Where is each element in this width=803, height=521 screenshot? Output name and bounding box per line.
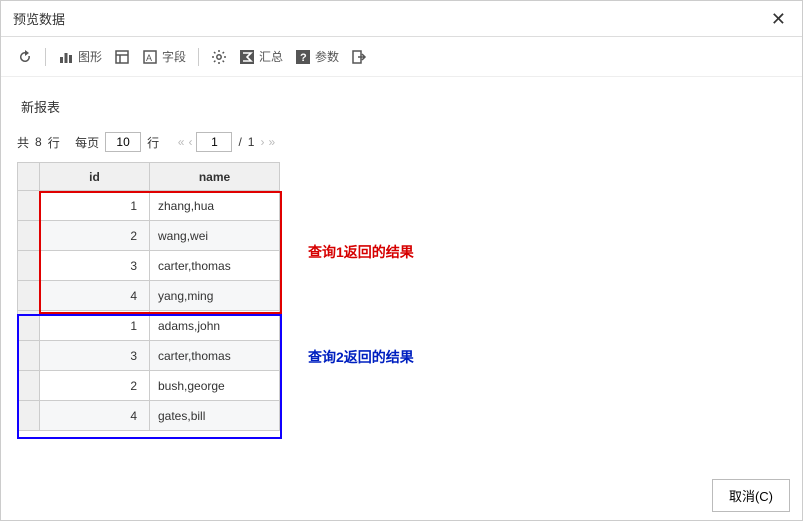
table-row[interactable]: 3carter,thomas [18, 341, 280, 371]
data-table: id name 1zhang,hua 2wang,wei 3carter,tho… [17, 162, 280, 431]
field-button[interactable]: A 字段 [138, 44, 190, 69]
refresh-icon [17, 49, 33, 65]
first-page-icon[interactable]: « [178, 135, 183, 149]
annotation-query2: 查询2返回的结果 [308, 347, 414, 367]
close-icon[interactable]: ✕ [767, 6, 790, 32]
annotation-query1: 查询1返回的结果 [308, 242, 414, 262]
layout-icon [114, 49, 130, 65]
total-prefix: 共 [17, 134, 29, 151]
current-page-input[interactable] [196, 132, 232, 152]
column-header-id[interactable]: id [40, 163, 150, 191]
layout-button[interactable] [110, 45, 134, 69]
export-button[interactable] [347, 45, 371, 69]
table-row[interactable]: 4yang,ming [18, 281, 280, 311]
per-page-input[interactable] [105, 132, 141, 152]
separator [45, 48, 46, 66]
last-page-icon[interactable]: » [268, 135, 273, 149]
column-header-name[interactable]: name [150, 163, 280, 191]
export-icon [351, 49, 367, 65]
param-button[interactable]: ? 参数 [291, 44, 343, 69]
table-row[interactable]: 2bush,george [18, 371, 280, 401]
field-label: 字段 [162, 48, 186, 65]
window-title: 预览数据 [13, 9, 65, 28]
separator [198, 48, 199, 66]
settings-button[interactable] [207, 45, 231, 69]
table-row[interactable]: 2wang,wei [18, 221, 280, 251]
per-page-label: 每页 [75, 134, 99, 151]
chart-button[interactable]: 图形 [54, 44, 106, 69]
total-rows: 8 [35, 135, 42, 149]
cancel-button[interactable]: 取消(C) [712, 479, 790, 512]
table-row[interactable]: 1zhang,hua [18, 191, 280, 221]
pager: 共 8 行 每页 行 « ‹ / 1 › » [17, 132, 786, 152]
svg-text:?: ? [300, 52, 307, 64]
sigma-icon [239, 49, 255, 65]
refresh-button[interactable] [13, 45, 37, 69]
page-unit: 行 [147, 134, 159, 151]
summary-label: 汇总 [259, 48, 283, 65]
chart-label: 图形 [78, 48, 102, 65]
rows-unit: 行 [48, 134, 60, 151]
field-icon: A [142, 49, 158, 65]
chart-icon [58, 49, 74, 65]
next-page-icon[interactable]: › [260, 135, 262, 149]
svg-text:A: A [146, 53, 152, 63]
table-row[interactable]: 4gates,bill [18, 401, 280, 431]
gear-icon [211, 49, 227, 65]
total-pages: 1 [248, 135, 255, 149]
question-icon: ? [295, 49, 311, 65]
param-label: 参数 [315, 48, 339, 65]
table-row[interactable]: 3carter,thomas [18, 251, 280, 281]
report-name: 新报表 [21, 97, 786, 116]
table-row[interactable]: 1adams,john [18, 311, 280, 341]
row-header-blank [18, 163, 40, 191]
summary-button[interactable]: 汇总 [235, 44, 287, 69]
page-sep: / [238, 135, 241, 149]
prev-page-icon[interactable]: ‹ [188, 135, 190, 149]
